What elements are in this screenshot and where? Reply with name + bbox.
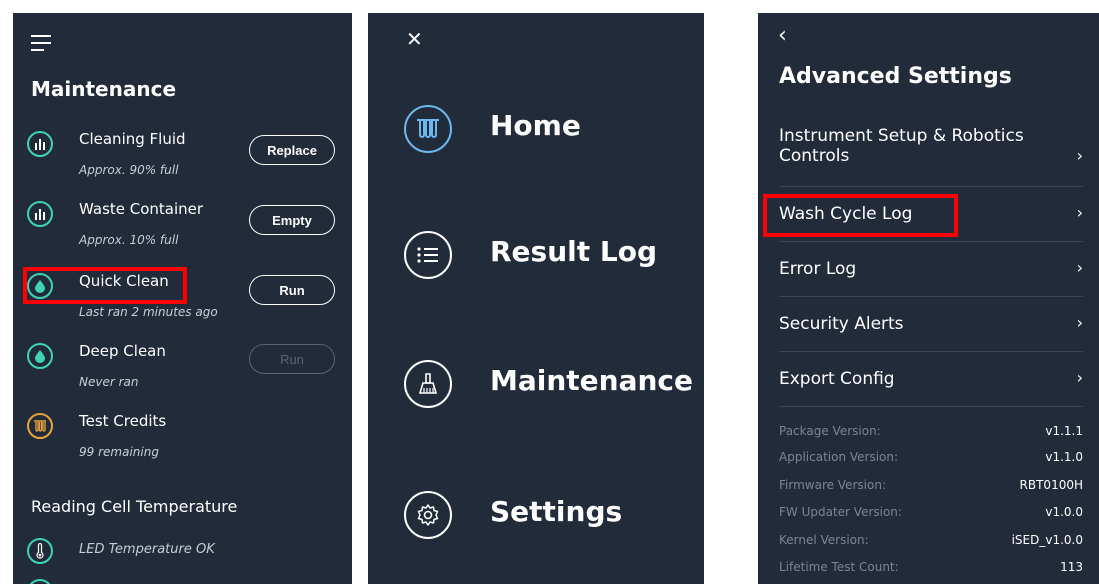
test-tubes-icon — [404, 105, 452, 153]
chevron-right-icon: › — [1076, 146, 1083, 165]
item-status: Last ran 2 minutes ago — [79, 305, 218, 319]
settings-label: Security Alerts — [779, 314, 904, 334]
item-name: Cleaning Fluid — [79, 130, 186, 148]
chevron-right-icon: › — [1076, 258, 1083, 277]
hamburger-icon[interactable] — [31, 35, 51, 53]
empty-button[interactable]: Empty — [249, 205, 335, 235]
item-status: Approx. 10% full — [79, 233, 179, 247]
settings-label: Error Log — [779, 259, 857, 279]
version-value: v1.1.1 — [1045, 424, 1083, 438]
version-key: Firmware Version: — [779, 478, 886, 492]
item-name: Test Credits — [79, 412, 167, 430]
version-value: RBT0100H — [1019, 478, 1083, 492]
section-title: Reading Cell Temperature — [31, 497, 238, 516]
item-status: Approx. 90% full — [79, 163, 179, 177]
advanced-settings-panel: ‹ Advanced Settings Instrument Setup & R… — [758, 13, 1099, 584]
version-value: 113 — [1060, 560, 1083, 574]
item-name: Waste Container — [79, 200, 204, 218]
list-icon — [404, 231, 452, 279]
chevron-right-icon: › — [1076, 368, 1083, 387]
chevron-right-icon: › — [1076, 313, 1083, 332]
page-title: Maintenance — [31, 77, 177, 101]
nav-label: Result Log — [490, 235, 658, 268]
nav-label: Settings — [490, 495, 623, 528]
highlight-box — [23, 267, 187, 304]
item-status: Never ran — [79, 375, 139, 389]
droplet-icon — [27, 343, 53, 369]
replace-button[interactable]: Replace — [249, 135, 335, 165]
sensor-icon — [27, 579, 53, 584]
settings-item-security-alerts[interactable]: Security Alerts › — [779, 297, 1083, 352]
highlight-box — [763, 194, 958, 237]
temperature-status: LED Temperature OK — [79, 542, 215, 557]
settings-item-error-log[interactable]: Error Log › — [779, 242, 1083, 297]
level-bars-icon — [27, 201, 53, 227]
close-icon[interactable]: ✕ — [406, 27, 423, 51]
settings-label: Instrument Setup & Robotics Controls — [779, 126, 1024, 166]
deep-clean-run-button[interactable]: Run — [249, 344, 335, 374]
gear-icon — [404, 491, 452, 539]
version-value: iSED_v1.0.0 — [1011, 533, 1083, 547]
nav-menu-panel: ✕ Home Result Log Maintenance Settings — [368, 13, 704, 584]
chevron-left-icon[interactable]: ‹ — [778, 23, 787, 48]
version-key: Package Version: — [779, 424, 881, 438]
version-value: v1.0.0 — [1045, 505, 1083, 519]
version-key: Lifetime Test Count: — [779, 560, 899, 574]
version-key: Application Version: — [779, 450, 899, 464]
version-key: FW Updater Version: — [779, 505, 902, 519]
settings-item-export-config[interactable]: Export Config › — [779, 352, 1083, 407]
item-name: Deep Clean — [79, 342, 166, 360]
settings-label: Export Config — [779, 369, 895, 389]
level-bars-icon — [27, 131, 53, 157]
thermometer-icon — [27, 538, 53, 564]
test-tubes-icon — [27, 413, 53, 439]
maintenance-panel: Maintenance Cleaning Fluid Approx. 90% f… — [13, 13, 352, 584]
item-status: 99 remaining — [79, 445, 159, 459]
version-value: v1.1.0 — [1045, 450, 1083, 464]
chevron-right-icon: › — [1076, 203, 1083, 222]
broom-icon — [404, 360, 452, 408]
version-key: Kernel Version: — [779, 533, 869, 547]
page-title: Advanced Settings — [779, 64, 1012, 89]
nav-label: Home — [490, 109, 581, 142]
nav-label: Maintenance — [490, 364, 694, 397]
quick-clean-run-button[interactable]: Run — [249, 275, 335, 305]
settings-item-instrument-setup[interactable]: Instrument Setup & Robotics Controls › — [779, 125, 1083, 187]
